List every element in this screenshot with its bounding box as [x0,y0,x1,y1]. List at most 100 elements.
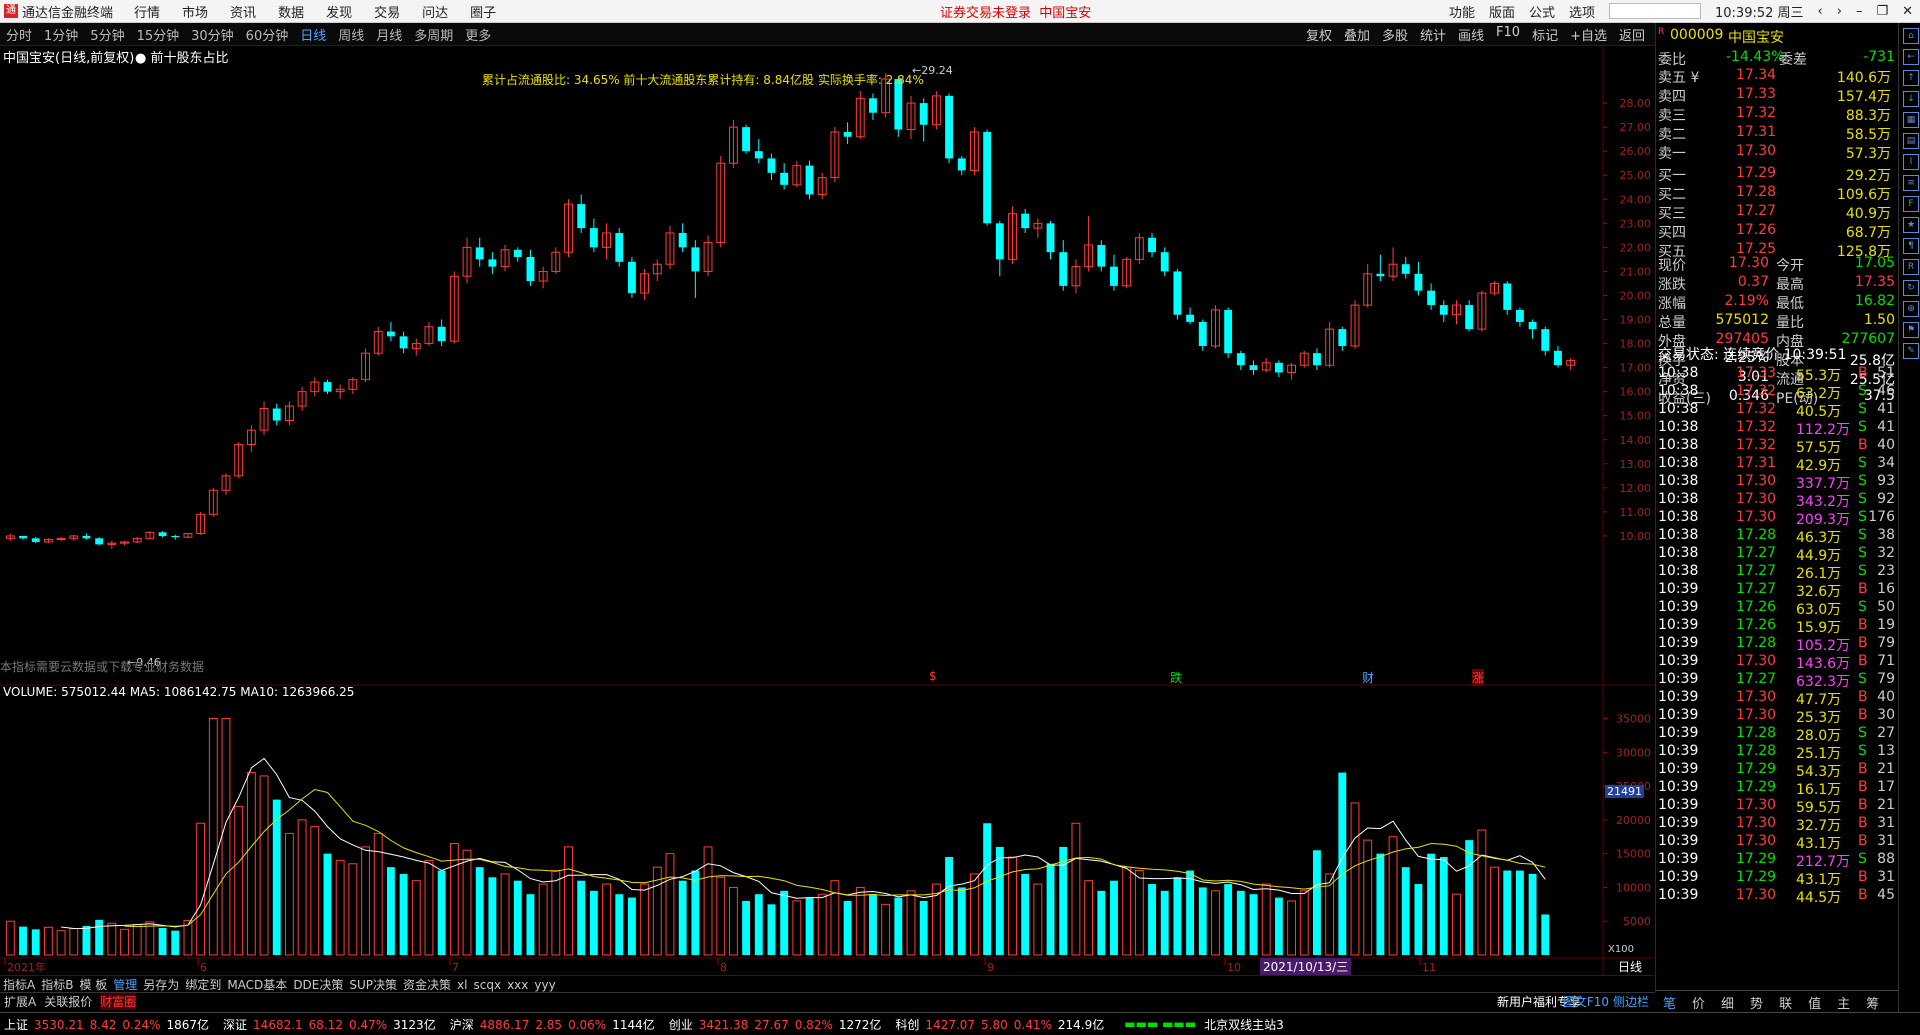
tick-count: 32 [1877,545,1895,561]
panel-tab-zhu[interactable]: 主 [1837,993,1850,1012]
tab-indicator-b[interactable]: 指标B [41,976,73,993]
tab-yyy[interactable]: yyy [534,978,555,992]
index-quote[interactable]: 创业 3421.38 27.67 0.82% 1272亿 [669,1016,888,1033]
tab-multi-period[interactable]: 多周期 [414,25,453,44]
btn-f10[interactable]: F10 [1496,25,1520,44]
btn-diejia[interactable]: 叠加 [1344,25,1370,44]
minimize-icon[interactable]: – [1856,4,1863,19]
panel-tab-bi[interactable]: 笔 [1663,993,1676,1012]
tab-xxx[interactable]: xxx [507,978,528,992]
tab-extend-a[interactable]: 扩展A [4,993,36,1010]
promo-sidebar[interactable]: 侧边栏 [1613,993,1649,1010]
chart-icon[interactable]: ⌇ [1903,154,1919,170]
promo-f10[interactable]: 图文F10 [1563,993,1609,1010]
list-icon[interactable]: ≡ [1903,175,1919,191]
back-nav-icon[interactable]: ‹ [1818,4,1823,19]
panel-tab-shi[interactable]: 势 [1750,993,1763,1012]
chart-overlay-label[interactable]: ● 前十股东占比 [135,47,229,66]
tab-related-quote[interactable]: 关联报价 [44,993,92,1010]
event-marker-cai[interactable]: 财 [1362,669,1374,686]
news-icon[interactable]: ¶ [1903,238,1919,254]
index-quote[interactable]: 沪深 4886.17 2.85 0.06% 1144亿 [450,1016,661,1033]
up-icon[interactable]: ↑ [1903,70,1919,86]
menu-item-jiaoyi[interactable]: 交易 [374,2,400,21]
tab-manage[interactable]: 管理 [113,976,137,993]
tab-monthly[interactable]: 月线 [376,25,402,44]
index-quote[interactable]: 深证 14682.1 68.12 0.47% 3123亿 [223,1016,442,1033]
menu-xuanxiang[interactable]: 选项 [1569,2,1595,21]
panel-tab-lian[interactable]: 联 [1779,993,1792,1012]
tab-5min[interactable]: 5分钟 [90,25,124,44]
tick-time: 10:38 [1658,419,1699,435]
forward-nav-icon[interactable]: › [1837,4,1842,19]
menu-item-wenda[interactable]: 问达 [422,2,448,21]
tab-template[interactable]: 模 板 [79,976,107,993]
restore-icon[interactable]: ❐ [1876,4,1888,19]
tab-daily[interactable]: 日线 [300,25,326,44]
grid2-icon[interactable]: ▤ [1903,133,1919,149]
menu-item-zixun[interactable]: 资讯 [230,2,256,21]
tab-15min[interactable]: 15分钟 [137,25,180,44]
tab-wealth-circle[interactable]: 财富圈 [100,993,137,1010]
tab-scqx[interactable]: scqx [473,978,501,992]
pen-icon[interactable]: ✎ [1903,343,1919,359]
menu-gongneng[interactable]: 功能 [1449,2,1475,21]
grid-icon[interactable]: ▦ [1903,112,1919,128]
menu-banmian[interactable]: 版面 [1489,2,1515,21]
event-marker-die[interactable]: 跌 [1170,669,1182,686]
candle-body [1414,273,1423,291]
menu-item-faxian[interactable]: 发现 [326,2,352,21]
btn-biaoji[interactable]: 标记 [1532,25,1558,44]
star-icon[interactable]: ★ [1903,217,1919,233]
tab-bind-to[interactable]: 绑定到 [185,976,221,993]
menu-item-shuju[interactable]: 数据 [278,2,304,21]
panel-tab-xi[interactable]: 细 [1721,993,1734,1012]
rsi-icon[interactable]: R [1903,259,1919,275]
tab-more[interactable]: 更多 [465,25,491,44]
index-quote[interactable]: 科创 1427.07 5.80 0.41% 214.9亿 [895,1016,1110,1033]
kline-chart-area[interactable]: 28.00 27.00 26.00 25.00 24.00 23.00 22.00 21.00… [0,45,1655,990]
login-notice[interactable]: 证券交易未登录 中国宝安 [940,2,1091,21]
btn-duogu[interactable]: 多股 [1382,25,1408,44]
menu-gongshi[interactable]: 公式 [1529,2,1555,21]
btn-add-favorite[interactable]: +自选 [1570,25,1607,44]
back-icon[interactable]: ← [1903,49,1919,65]
event-marker-zhang[interactable]: 涨 [1472,669,1485,686]
search-box[interactable] [1609,3,1701,19]
tab-capital[interactable]: 资金决策 [403,976,451,993]
tab-macd[interactable]: MACD基本 [227,976,287,993]
tab-1min[interactable]: 1分钟 [44,25,78,44]
btn-tongji[interactable]: 统计 [1420,25,1446,44]
index-quote[interactable]: 上证 3530.21 8.42 0.24% 1867亿 [4,1016,215,1033]
btn-fanhui[interactable]: 返回 [1619,25,1645,44]
tab-60min[interactable]: 60分钟 [246,25,289,44]
tab-save-as[interactable]: 另存为 [143,976,179,993]
bid-row: 买一 17.29 29.2万 [1656,165,1899,184]
period-label: 日线 [1618,960,1643,974]
tab-weekly[interactable]: 周线 [338,25,364,44]
menu-item-hangqing[interactable]: 行情 [134,2,160,21]
panel-tab-zhi[interactable]: 值 [1808,993,1821,1012]
tab-dde[interactable]: DDE决策 [293,976,343,993]
panel-tab-chou[interactable]: 筹 [1866,993,1879,1012]
refresh-icon[interactable]: ↻ [1903,280,1919,296]
close-icon[interactable]: ✕ [1902,4,1913,19]
menu-item-quanzi[interactable]: 圈子 [470,2,496,21]
home-icon[interactable]: ⌂ [1903,28,1919,44]
kline-chart-svg[interactable]: 28.00 27.00 26.00 25.00 24.00 23.00 22.00 21.00… [0,45,1655,990]
server-name[interactable]: 北京双线主站3 [1204,1016,1284,1033]
tab-xl[interactable]: xl [457,978,467,992]
zoom-icon[interactable]: ⊕ [1903,301,1919,317]
tab-indicator-a[interactable]: 指标A [3,976,35,993]
tab-sup[interactable]: SUP决策 [349,976,397,993]
menu-item-shichang[interactable]: 市场 [182,2,208,21]
btn-huaxian[interactable]: 画线 [1458,25,1484,44]
f10-icon[interactable]: F [1903,196,1919,212]
flag-icon[interactable]: ⚑ [1903,322,1919,338]
event-marker-dollar[interactable]: $ [929,669,937,683]
tab-fenshi[interactable]: 分时 [6,25,32,44]
tab-30min[interactable]: 30分钟 [191,25,234,44]
btn-fuquan[interactable]: 复权 [1306,25,1332,44]
down-icon[interactable]: ↓ [1903,91,1919,107]
panel-tab-jia[interactable]: 价 [1692,993,1705,1012]
